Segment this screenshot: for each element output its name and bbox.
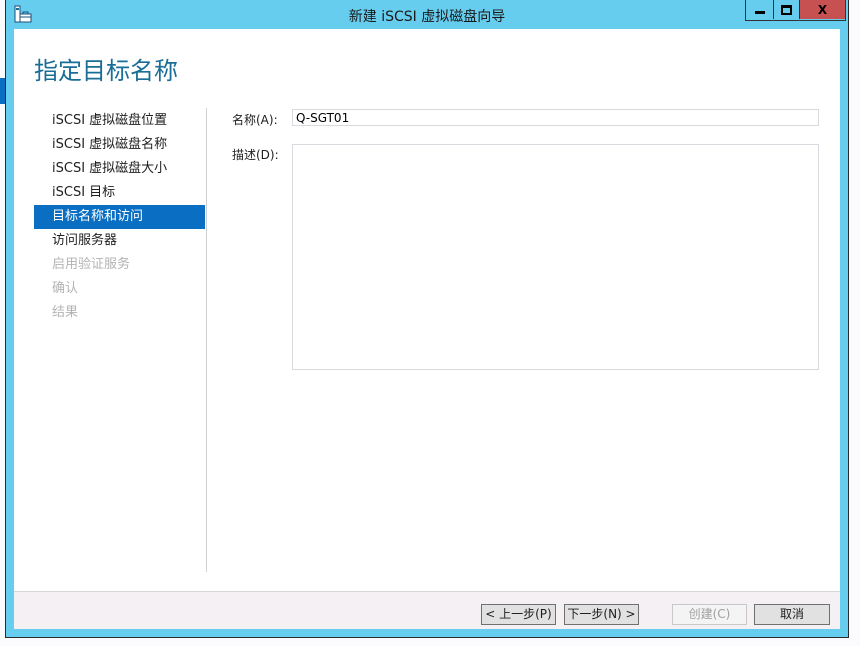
nav-step-enable-auth: 启用验证服务	[52, 257, 131, 272]
create-button: 创建(C)	[672, 604, 747, 625]
maximize-button[interactable]	[774, 0, 800, 19]
close-icon: X	[817, 2, 828, 17]
minimize-icon	[754, 11, 765, 14]
previous-button[interactable]: < 上一步(P)	[481, 604, 556, 625]
close-button[interactable]: X	[800, 0, 845, 19]
nav-step-access-servers[interactable]: 访问服务器	[34, 229, 205, 253]
cancel-button[interactable]: 取消	[754, 604, 830, 625]
maximize-icon	[781, 4, 792, 15]
wizard-footer: < 上一步(P) 下一步(N) > 创建(C) 取消	[14, 591, 840, 629]
description-label: 描述(D):	[232, 148, 279, 162]
window-controls: X	[745, 0, 846, 21]
wizard-window: 新建 iSCSI 虚拟磁盘向导 X 指定目标名称 iSCSI 虚拟磁盘位置 iS…	[5, 0, 849, 638]
page-title: 指定目标名称	[34, 57, 178, 85]
name-label: 名称(A):	[232, 113, 278, 127]
nav-step-results: 结果	[52, 305, 79, 320]
title-bar[interactable]: 新建 iSCSI 虚拟磁盘向导 X	[6, 0, 848, 29]
nav-step-iscsi-target[interactable]: iSCSI 目标	[34, 181, 205, 205]
nav-step-disk-size[interactable]: iSCSI 虚拟磁盘大小	[34, 157, 205, 181]
minimize-button[interactable]	[746, 0, 774, 19]
wizard-steps-nav: iSCSI 虚拟磁盘位置 iSCSI 虚拟磁盘名称 iSCSI 虚拟磁盘大小 i…	[34, 109, 205, 325]
name-input[interactable]	[292, 109, 819, 126]
nav-divider	[206, 108, 207, 572]
description-input[interactable]	[292, 144, 819, 370]
nav-step-confirmation: 确认	[52, 281, 79, 296]
nav-step-target-name-access[interactable]: 目标名称和访问	[34, 205, 205, 229]
nav-step-disk-name[interactable]: iSCSI 虚拟磁盘名称	[34, 133, 205, 157]
wizard-content: 指定目标名称 iSCSI 虚拟磁盘位置 iSCSI 虚拟磁盘名称 iSCSI 虚…	[14, 29, 840, 591]
nav-step-disk-location[interactable]: iSCSI 虚拟磁盘位置	[34, 109, 205, 133]
window-title: 新建 iSCSI 虚拟磁盘向导	[348, 9, 506, 25]
next-button[interactable]: 下一步(N) >	[564, 604, 639, 625]
